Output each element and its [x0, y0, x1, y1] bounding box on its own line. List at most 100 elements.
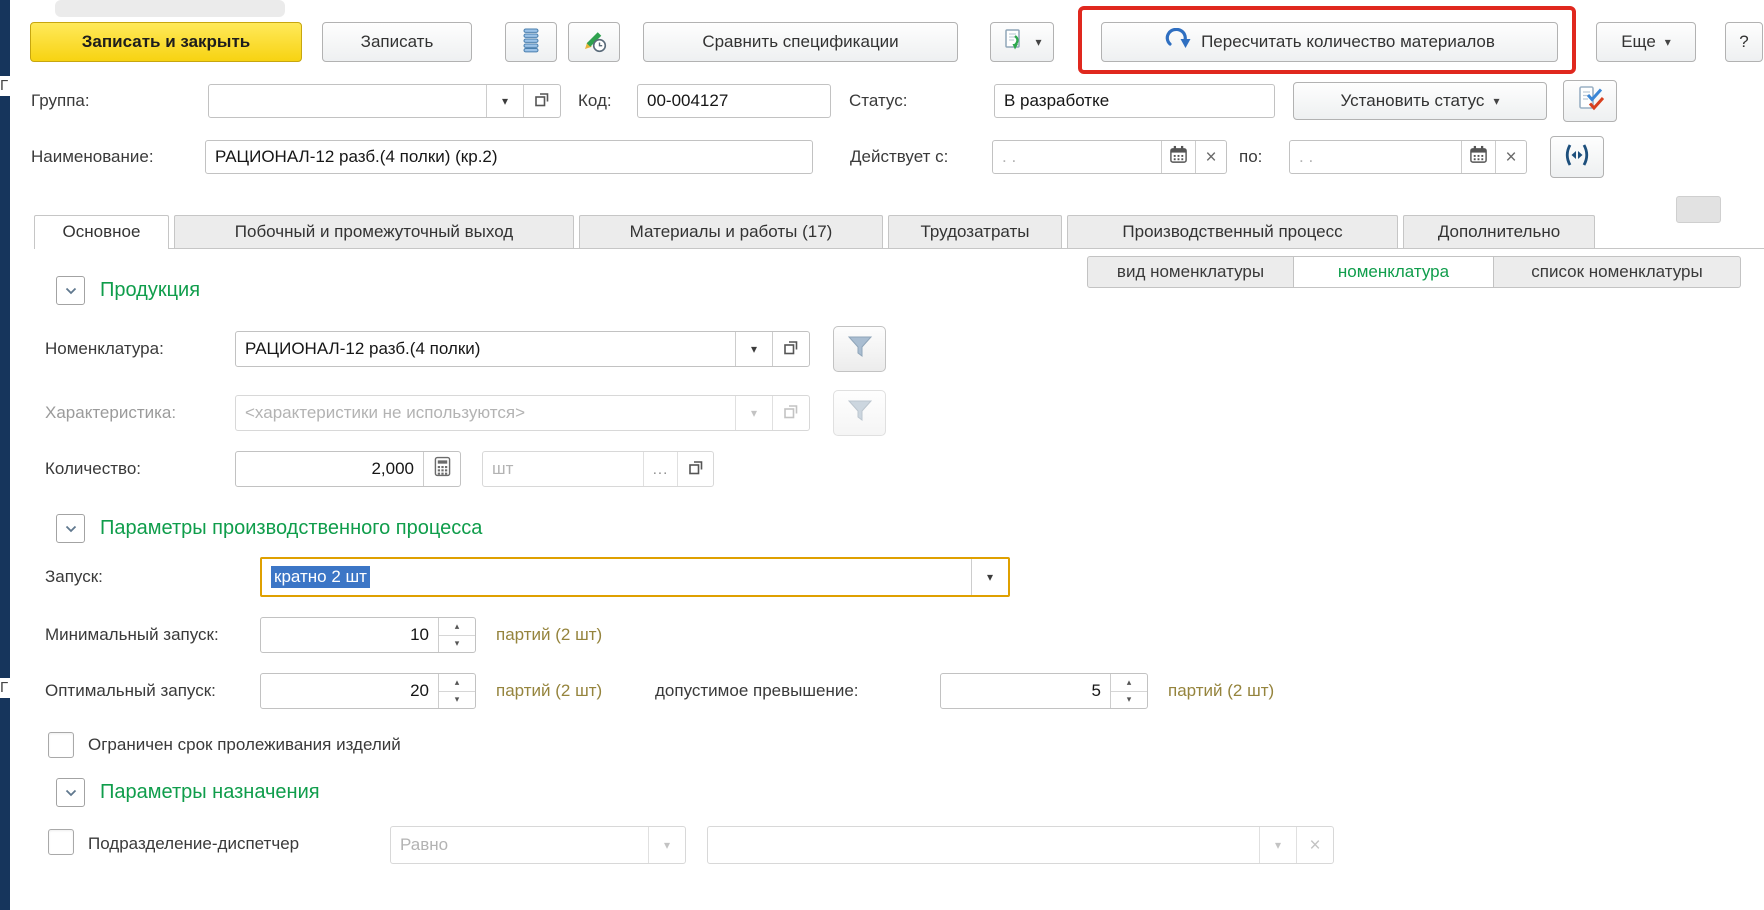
clear-icon: × — [1505, 148, 1516, 167]
set-status-label: Установить статус — [1341, 91, 1485, 111]
open-icon — [783, 403, 799, 424]
spin-down-icon[interactable]: ▾ — [439, 692, 475, 709]
dispatcher-checkbox[interactable] — [48, 829, 74, 855]
view-switch-nomenklatura[interactable]: номенклатура — [1294, 256, 1494, 288]
min-launch-field[interactable]: 10 ▴ ▾ — [260, 617, 476, 653]
valid-to-calendar-button[interactable] — [1461, 141, 1495, 173]
nomenclature-field[interactable]: РАЦИОНАЛ-12 разб.(4 полки) ▾ — [235, 331, 810, 367]
group-input[interactable] — [209, 85, 486, 117]
chevron-down-icon — [65, 520, 77, 538]
launch-dropdown-button[interactable]: ▾ — [971, 559, 1008, 595]
valid-from-field[interactable]: . . × — [992, 140, 1227, 174]
chevron-down-icon: ▾ — [751, 406, 757, 420]
compare-specs-button[interactable]: Сравнить спецификации — [643, 22, 958, 62]
valid-to-field[interactable]: . . × — [1289, 140, 1527, 174]
unit-open-button[interactable] — [677, 452, 713, 486]
status-label: Статус: — [849, 84, 907, 118]
opt-launch-field[interactable]: 20 ▴ ▾ — [260, 673, 476, 709]
chevron-down-icon: ▾ — [502, 94, 508, 108]
open-icon — [688, 459, 704, 480]
save-button[interactable]: Записать — [322, 22, 472, 62]
launch-input[interactable]: кратно 2 шт — [262, 559, 971, 595]
quantity-calculator-button[interactable] — [423, 452, 460, 486]
related-links-button[interactable] — [1550, 136, 1604, 178]
name-field[interactable]: РАЦИОНАЛ-12 разб.(4 полки) (кр.2) — [205, 140, 813, 174]
segment-label: вид номенклатуры — [1117, 262, 1264, 281]
view-switch-vid-nomenklatury[interactable]: вид номенклатуры — [1087, 256, 1294, 288]
min-launch-value[interactable]: 10 — [261, 618, 438, 652]
form-tabs: Основное Побочный и промежуточный выход … — [34, 215, 1764, 249]
chevron-down-icon: ▾ — [1665, 35, 1671, 49]
nomenclature-dropdown-button[interactable]: ▾ — [735, 332, 772, 366]
check-spec-button[interactable] — [1563, 80, 1617, 122]
tab-dopolnitelno[interactable]: Дополнительно — [1403, 215, 1595, 248]
spin-up-icon[interactable]: ▴ — [439, 674, 475, 692]
unit-placeholder: шт — [483, 452, 643, 486]
recalculate-materials-button[interactable]: Пересчитать количество материалов — [1101, 22, 1558, 62]
valid-to-input[interactable]: . . — [1290, 141, 1461, 173]
characteristic-dropdown-button: ▾ — [735, 396, 772, 430]
tab-trudozatraty[interactable]: Трудозатраты — [888, 215, 1062, 248]
tab-label: Трудозатраты — [920, 222, 1029, 241]
segment-label: список номенклатуры — [1531, 262, 1702, 281]
more-label: Еще — [1621, 32, 1656, 52]
characteristic-placeholder: <характеристики не используются> — [236, 396, 735, 430]
spin-down-icon[interactable]: ▾ — [1111, 692, 1147, 709]
assignment-section-toggle[interactable] — [56, 778, 85, 807]
group-open-button[interactable] — [523, 85, 560, 117]
valid-from-input[interactable]: . . — [993, 141, 1161, 173]
copy-document-icon — [1002, 27, 1026, 58]
quantity-value[interactable]: 2,000 — [236, 452, 423, 486]
tab-osnovnoe[interactable]: Основное — [34, 215, 169, 249]
more-button[interactable]: Еще ▾ — [1596, 22, 1696, 62]
nomenclature-label: Номенклатура: — [45, 331, 164, 367]
excess-field[interactable]: 5 ▴ ▾ — [940, 673, 1148, 709]
chevron-down-icon: ▾ — [1035, 35, 1041, 49]
chevron-down-icon: ▾ — [987, 570, 993, 584]
name-label: Наименование: — [31, 140, 154, 174]
copy-spec-split-button[interactable]: ▾ — [990, 22, 1054, 62]
tab-pobochnyj-vyhod[interactable]: Побочный и промежуточный выход — [174, 215, 574, 248]
launch-field[interactable]: кратно 2 шт ▾ — [260, 557, 1010, 597]
group-field[interactable]: ▾ — [208, 84, 561, 118]
spin-up-icon[interactable]: ▴ — [1111, 674, 1147, 692]
opt-launch-spinner[interactable]: ▴ ▾ — [438, 674, 475, 708]
valid-to-clear-button[interactable]: × — [1495, 141, 1526, 173]
excess-spinner[interactable]: ▴ ▾ — [1110, 674, 1147, 708]
list-icon — [522, 27, 540, 58]
nomenclature-view-switch: вид номенклатуры номенклатура список ном… — [1087, 256, 1741, 288]
valid-from-calendar-button[interactable] — [1161, 141, 1195, 173]
tab-proizvodstvennyj-process[interactable]: Производственный процесс — [1067, 215, 1398, 248]
spin-down-icon[interactable]: ▾ — [439, 636, 475, 653]
quantity-field[interactable]: 2,000 — [235, 451, 461, 487]
help-label: ? — [1739, 32, 1748, 52]
save-close-button[interactable]: Записать и закрыть — [30, 22, 302, 62]
tab-materialy-raboty[interactable]: Материалы и работы (17) — [579, 215, 883, 248]
valid-to-value: . . — [1299, 147, 1313, 167]
funnel-icon — [846, 334, 874, 365]
edit-history-button[interactable] — [568, 22, 620, 62]
report-structure-button[interactable] — [505, 22, 557, 62]
set-status-button[interactable]: Установить статус ▾ — [1293, 82, 1547, 120]
products-section-toggle[interactable] — [56, 276, 85, 305]
code-field[interactable]: 00-004127 — [637, 84, 831, 118]
min-launch-spinner[interactable]: ▴ ▾ — [438, 618, 475, 652]
spin-up-icon[interactable]: ▴ — [439, 618, 475, 636]
view-switch-spisok-nomenklatury[interactable]: список номенклатуры — [1494, 256, 1741, 288]
nomenclature-filter-button[interactable] — [833, 326, 886, 372]
status-field[interactable]: В разработке — [994, 84, 1275, 118]
segment-label: номенклатура — [1338, 262, 1449, 281]
excess-value[interactable]: 5 — [941, 674, 1110, 708]
valid-from-clear-button[interactable]: × — [1195, 141, 1226, 173]
opt-launch-value[interactable]: 20 — [261, 674, 438, 708]
process-section-toggle[interactable] — [56, 514, 85, 543]
group-dropdown-button[interactable]: ▾ — [486, 85, 523, 117]
characteristic-open-button — [772, 396, 809, 430]
limit-shelf-life-checkbox[interactable] — [48, 732, 74, 758]
quantity-label: Количество: — [45, 451, 141, 487]
nomenclature-open-button[interactable] — [772, 332, 809, 366]
document-check-icon — [1577, 85, 1604, 117]
nomenclature-value[interactable]: РАЦИОНАЛ-12 разб.(4 полки) — [236, 332, 735, 366]
help-button[interactable]: ? — [1725, 22, 1763, 62]
navigation-links-icon — [1561, 143, 1593, 172]
